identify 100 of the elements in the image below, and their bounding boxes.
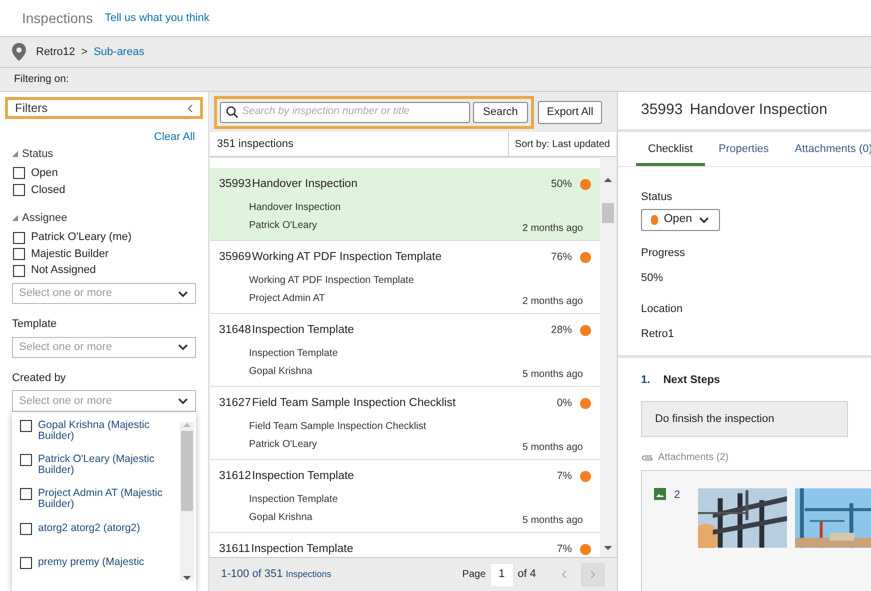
inspection-title: Inspection Template <box>252 323 356 338</box>
checkbox-label: Majestic Builder <box>31 246 109 262</box>
inspection-title: Inspection Template <box>252 469 356 484</box>
scroll-thumb[interactable] <box>181 430 193 511</box>
scroll-up-icon[interactable] <box>604 177 612 183</box>
checkbox[interactable] <box>13 248 25 260</box>
checkbox[interactable] <box>20 522 32 535</box>
template-name: Inspection Template <box>248 347 339 362</box>
sort-button[interactable]: Sort by: Last updated <box>508 132 616 156</box>
export-all-button[interactable]: Export All <box>538 100 602 124</box>
checkbox-label: Not Assigned <box>31 263 96 278</box>
scroll-down-icon[interactable] <box>183 575 191 582</box>
tab[interactable]: Properties <box>706 140 781 166</box>
paperclip-icon <box>641 454 653 462</box>
page-range: 1-100 of 351 <box>221 567 283 582</box>
template-name: Field Team Sample Inspection Checklist <box>248 420 428 434</box>
dropdown-option[interactable]: Patrick O'Leary (Majestic Builder) <box>20 454 176 488</box>
chevron-left-icon <box>561 570 567 579</box>
scroll-thumb[interactable] <box>602 203 614 223</box>
assignee-name: Patrick O'Leary <box>249 438 318 452</box>
section-toggle[interactable]: Assignee <box>5 210 203 226</box>
checkbox[interactable] <box>13 184 25 196</box>
checkbox-label: Open <box>31 166 58 182</box>
progress-value: 28% <box>550 322 572 338</box>
inspection-title: Handover Inspection <box>252 177 358 192</box>
template-name: Handover Inspection <box>248 201 342 216</box>
breadcrumb-current[interactable]: Sub-areas <box>94 44 144 60</box>
filters-header[interactable]: Filters <box>5 97 203 119</box>
search-icon <box>226 106 238 118</box>
checkbox[interactable] <box>20 420 32 432</box>
assignee-name: Gopal Krishna <box>249 511 312 526</box>
inspection-title: Working AT PDF Inspection Template <box>252 250 443 265</box>
search-field[interactable]: Search by inspection number or title <box>220 102 470 122</box>
checkbox-label: Closed <box>31 182 66 198</box>
page-title: Inspections <box>22 8 93 28</box>
scroll-down-icon[interactable] <box>604 545 612 551</box>
field-label: Template <box>11 317 58 332</box>
status-select[interactable]: Open <box>641 208 720 230</box>
dropdown-option[interactable]: Project Admin AT (Majestic Builder) <box>20 488 176 523</box>
dropdown-option[interactable]: premy premy (Majestic <box>20 556 176 591</box>
updated-time: 5 months ago <box>522 514 583 528</box>
updated-time: 2 months ago <box>522 222 583 236</box>
field-label: Status <box>641 190 674 205</box>
inspection-count: 351 inspections <box>216 136 294 152</box>
field-label: Progress <box>641 246 686 260</box>
template-name: Working AT PDF Inspection Template <box>248 274 415 288</box>
dropdown-option[interactable]: atorg2 atorg2 (atorg2) <box>20 522 176 557</box>
inspection-number: 35993 <box>219 177 251 192</box>
updated-time: 5 months ago <box>522 441 583 456</box>
checkbox[interactable] <box>20 488 32 500</box>
breadcrumb-item[interactable]: Retro12 <box>36 44 76 60</box>
attachments-label: Attachments (2) <box>658 451 729 465</box>
inspection-number: 31627 <box>219 396 251 411</box>
page-input[interactable]: 1 <box>490 564 513 586</box>
checkbox[interactable] <box>13 264 25 277</box>
template-name: Inspection Template <box>248 493 339 508</box>
image-icon <box>654 488 666 500</box>
scrollbar[interactable] <box>600 157 616 557</box>
progress-value: 76% <box>550 250 572 265</box>
tab[interactable]: Checklist <box>636 140 705 166</box>
filtering-label: Filtering on: <box>14 72 69 87</box>
collapse-icon[interactable] <box>187 104 193 112</box>
inspection-number: 31611 <box>219 542 250 557</box>
field-value: Retro1 <box>641 327 676 342</box>
item-number: 1. <box>641 372 650 388</box>
inspection-title: Inspection Template <box>251 542 354 557</box>
inspection-row[interactable]: 35993 Handover Inspection 50% Handover Inspection Patrick O'Leary 2 months ago <box>210 168 600 241</box>
assignee-name: Gopal Krishna <box>249 365 312 380</box>
assignee-name: Patrick O'Leary <box>249 219 318 234</box>
field-value: 50% <box>641 271 664 286</box>
scrollbar[interactable] <box>180 422 194 582</box>
progress-value: 50% <box>550 176 572 192</box>
checkbox[interactable] <box>13 232 25 244</box>
field-label: Created by <box>11 370 67 386</box>
search-button[interactable]: Search <box>473 102 528 122</box>
feedback-link[interactable]: Tell us what you think <box>104 10 210 26</box>
inspection-title: Field Team Sample Inspection Checklist <box>252 396 457 411</box>
inspection-number: 35969 <box>219 250 251 265</box>
inspection-number: 31648 <box>219 323 251 338</box>
location-pin-icon <box>12 43 26 61</box>
inspection-number: 31612 <box>219 469 251 484</box>
triangle-icon <box>12 215 18 222</box>
page-label: Page <box>462 568 486 582</box>
image-count: 2 <box>674 488 680 503</box>
progress-value: 7% <box>556 542 572 557</box>
checkbox[interactable] <box>20 556 32 569</box>
inspection-number: 35993 <box>641 100 683 120</box>
checkbox-label: Patrick O'Leary (me) <box>31 230 132 246</box>
assignee-name: Project Admin AT <box>249 292 325 306</box>
clear-all-link[interactable]: Clear All <box>154 129 195 146</box>
updated-time: 2 months ago <box>522 295 583 310</box>
checkbox[interactable] <box>13 167 25 180</box>
answer-box: Do finsish the inspection <box>641 401 848 437</box>
filters-title: Filters <box>15 100 48 117</box>
field-label: Location <box>641 302 684 316</box>
checkbox[interactable] <box>20 454 32 466</box>
detail-title: Handover Inspection <box>690 100 828 120</box>
section-toggle[interactable]: Status <box>5 146 203 162</box>
triangle-icon <box>12 150 18 157</box>
dropdown-option[interactable]: Gopal Krishna (Majestic Builder) <box>20 420 176 454</box>
